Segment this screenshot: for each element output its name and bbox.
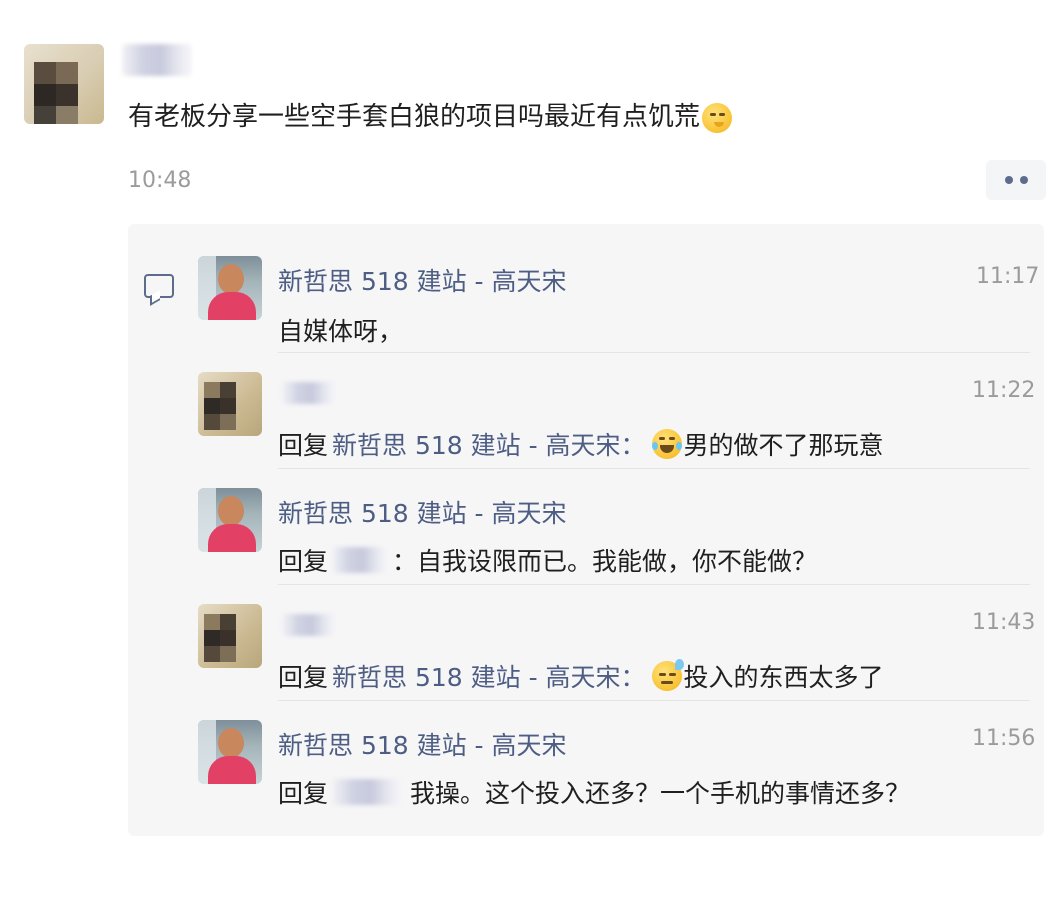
comment-author[interactable]: 新哲思 518 建站 - 高天宋: [278, 726, 567, 762]
commenter-avatar[interactable]: [198, 488, 262, 552]
comment-divider: [278, 584, 1030, 585]
comment-divider: [278, 352, 1030, 353]
comment-time: 11:43: [972, 610, 1036, 635]
commenter-avatar[interactable]: [198, 256, 262, 320]
face-with-tears-of-joy-emoji: [651, 429, 682, 459]
commenter-avatar[interactable]: [198, 720, 262, 784]
post-author-avatar[interactable]: [24, 44, 104, 124]
post-time: 10:48: [128, 168, 192, 193]
more-options-button[interactable]: [986, 160, 1046, 200]
comment-time: 11:22: [972, 378, 1036, 403]
comment-text[interactable]: 回复 新哲思 518 建站 - 高天宋： 男的做不了那玩意: [278, 426, 884, 462]
downcast-face-with-sweat-emoji: [651, 659, 684, 691]
commenter-avatar-blurred[interactable]: [198, 604, 262, 668]
reply-to-blurred[interactable]: [332, 779, 403, 805]
commenter-avatar-blurred[interactable]: [198, 372, 262, 436]
reply-to-blurred[interactable]: [332, 547, 389, 573]
more-dots-icon: [1004, 176, 1013, 184]
reply-to-link[interactable]: 新哲思 518 建站 - 高天宋：: [332, 658, 646, 694]
comment-text[interactable]: 回复 新哲思 518 建站 - 高天宋： 投入的东西太多了: [278, 658, 884, 694]
comment-author-blurred[interactable]: [282, 614, 336, 636]
comment-author[interactable]: 新哲思 518 建站 - 高天宋: [278, 494, 567, 530]
comment-divider: [278, 700, 1030, 701]
comments-panel: [128, 224, 1044, 836]
post-author-name-blurred[interactable]: [122, 44, 192, 76]
comment-text[interactable]: 回复：自我设限而已。我能做，你不能做？: [278, 542, 817, 578]
comment-divider: [278, 468, 1030, 469]
comment-time: 11:56: [972, 726, 1036, 751]
comment-author[interactable]: 新哲思 518 建站 - 高天宋: [278, 262, 567, 298]
face-with-hand-over-mouth-emoji: [702, 102, 733, 133]
comment-text[interactable]: 回复 我操。这个投入还多？一个手机的事情还多？: [278, 774, 910, 810]
reply-to-link[interactable]: 新哲思 518 建站 - 高天宋：: [332, 426, 646, 462]
comment-text[interactable]: 自媒体呀，: [278, 312, 403, 348]
comment-bubble-icon: [144, 274, 174, 298]
post-text: 有老板分享一些空手套白狼的项目吗最近有点饥荒: [128, 96, 734, 133]
comment-time: 11:17: [976, 264, 1040, 289]
comment-author-blurred[interactable]: [282, 382, 336, 404]
